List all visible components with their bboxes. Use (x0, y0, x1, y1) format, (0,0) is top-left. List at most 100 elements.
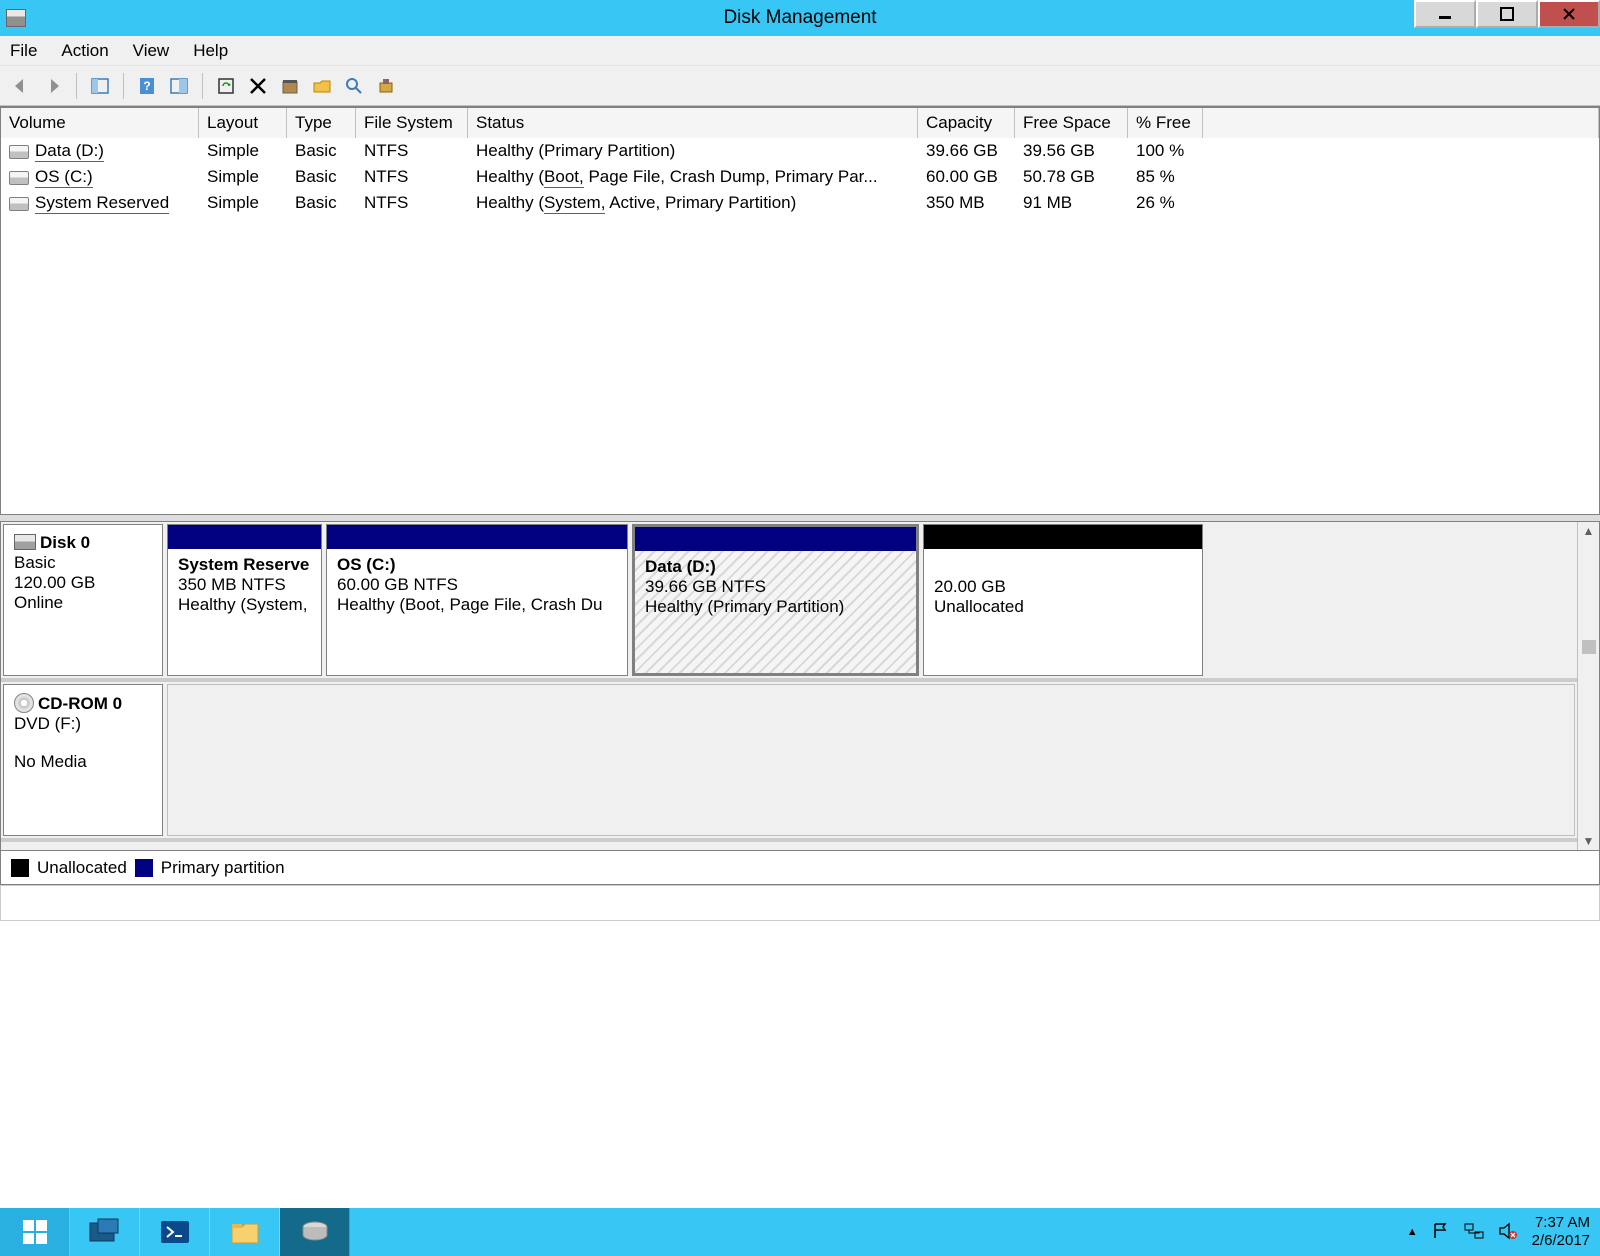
forward-button[interactable] (40, 73, 66, 99)
window-title: Disk Management (723, 7, 876, 29)
taskbar-powershell[interactable] (140, 1208, 210, 1256)
help-button[interactable]: ? (134, 73, 160, 99)
col-free-space[interactable]: Free Space (1015, 108, 1128, 138)
disk-size: 120.00 GB (14, 573, 152, 593)
settings-button[interactable] (166, 73, 192, 99)
disk0-partitions: System Reserve350 MB NTFSHealthy (System… (165, 522, 1577, 678)
disk-title: Disk 0 (40, 533, 90, 552)
partition[interactable]: Data (D:)39.66 GB NTFSHealthy (Primary P… (632, 524, 919, 676)
legend-primary: Primary partition (161, 858, 285, 878)
status-bar (0, 885, 1600, 921)
col-percent-free[interactable]: % Free (1128, 108, 1203, 138)
partition-size: 20.00 GB (934, 577, 1192, 597)
volume-name: System Reserved (35, 193, 169, 214)
cdrom-empty (167, 684, 1575, 836)
col-volume[interactable]: Volume (1, 108, 199, 138)
partition-header (924, 525, 1202, 549)
disk-type: Basic (14, 553, 152, 573)
partition-status: Healthy (System, (178, 595, 311, 615)
swatch-primary (135, 859, 153, 877)
menu-file[interactable]: File (10, 41, 37, 61)
cdrom-state: No Media (14, 752, 152, 772)
window-titlebar: Disk Management (0, 0, 1600, 36)
maximize-button[interactable] (1476, 0, 1538, 28)
volume-status: Healthy (Primary Partition) (468, 140, 918, 162)
volume-list: Volume Layout Type File System Status Ca… (0, 106, 1600, 515)
menu-bar: File Action View Help (0, 36, 1600, 66)
start-button[interactable] (0, 1208, 70, 1256)
partition-title: OS (C:) (337, 555, 617, 575)
network-icon[interactable] (1464, 1222, 1484, 1243)
properties-button[interactable] (277, 73, 303, 99)
partition-header (327, 525, 627, 549)
volume-fs: NTFS (356, 140, 468, 162)
menu-action[interactable]: Action (61, 41, 108, 61)
svg-text:?: ? (143, 79, 150, 93)
tray-chevron-icon[interactable]: ▲ (1407, 1226, 1418, 1238)
clock-date: 2/6/2017 (1532, 1232, 1590, 1250)
taskbar: ▲ 7:37 AM 2/6/2017 (0, 1208, 1600, 1256)
disk-row-cdrom0[interactable]: CD-ROM 0 DVD (F:) No Media (1, 682, 1577, 842)
volume-row[interactable]: Data (D:)SimpleBasicNTFSHealthy (Primary… (1, 138, 1599, 164)
volume-pct: 85 % (1128, 166, 1203, 188)
volume-name: OS (C:) (35, 167, 93, 188)
disk-icon (14, 534, 36, 550)
volume-layout: Simple (199, 192, 287, 214)
menu-view[interactable]: View (133, 41, 170, 61)
app-icon (6, 9, 26, 27)
cdrom-title: CD-ROM 0 (38, 694, 122, 713)
toolbar: ? (0, 66, 1600, 106)
partition-body: System Reserve350 MB NTFSHealthy (System… (168, 549, 321, 675)
col-filesystem[interactable]: File System (356, 108, 468, 138)
menu-help[interactable]: Help (193, 41, 228, 61)
volume-row[interactable]: OS (C:)SimpleBasicNTFSHealthy (Boot, Pag… (1, 164, 1599, 190)
disk-state: Online (14, 593, 152, 613)
disk-info-disk0: Disk 0 Basic 120.00 GB Online (3, 524, 163, 676)
cdrom-device: DVD (F:) (14, 714, 152, 734)
volume-row[interactable]: System ReservedSimpleBasicNTFSHealthy (S… (1, 190, 1599, 216)
partition-header (635, 527, 916, 551)
volume-icon[interactable] (1498, 1222, 1518, 1243)
partition[interactable]: OS (C:)60.00 GB NTFSHealthy (Boot, Page … (326, 524, 628, 676)
clock[interactable]: 7:37 AM 2/6/2017 (1532, 1214, 1590, 1250)
show-hide-tree-button[interactable] (87, 73, 113, 99)
partition-title: Data (D:) (645, 557, 906, 577)
col-spacer (1203, 108, 1599, 138)
back-button[interactable] (8, 73, 34, 99)
disk-row-disk0[interactable]: Disk 0 Basic 120.00 GB Online System Res… (1, 522, 1577, 682)
volume-type: Basic (287, 140, 356, 162)
volume-pct: 26 % (1128, 192, 1203, 214)
scroll-up-icon[interactable]: ▲ (1581, 522, 1597, 540)
volume-free: 39.56 GB (1015, 140, 1128, 162)
volume-type: Basic (287, 192, 356, 214)
col-status[interactable]: Status (468, 108, 918, 138)
delete-button[interactable] (245, 73, 271, 99)
open-button[interactable] (309, 73, 335, 99)
col-capacity[interactable]: Capacity (918, 108, 1015, 138)
close-button[interactable] (1538, 0, 1600, 28)
minimize-button[interactable] (1414, 0, 1476, 28)
volume-layout: Simple (199, 166, 287, 188)
partition-status: Healthy (Boot, Page File, Crash Du (337, 595, 617, 615)
taskbar-explorer[interactable] (210, 1208, 280, 1256)
explore-button[interactable] (341, 73, 367, 99)
col-type[interactable]: Type (287, 108, 356, 138)
disk-info-cdrom0: CD-ROM 0 DVD (F:) No Media (3, 684, 163, 836)
wizard-button[interactable] (373, 73, 399, 99)
partition[interactable]: System Reserve350 MB NTFSHealthy (System… (167, 524, 322, 676)
partition[interactable]: 20.00 GBUnallocated (923, 524, 1203, 676)
refresh-button[interactable] (213, 73, 239, 99)
flag-icon[interactable] (1432, 1222, 1450, 1243)
partition-title: System Reserve (178, 555, 311, 575)
col-layout[interactable]: Layout (199, 108, 287, 138)
partition-size: 350 MB NTFS (178, 575, 311, 595)
partition-body: 20.00 GBUnallocated (924, 549, 1202, 675)
scroll-down-icon[interactable]: ▼ (1581, 832, 1597, 850)
taskbar-disk-management[interactable] (280, 1208, 350, 1256)
taskbar-server-manager[interactable] (70, 1208, 140, 1256)
volume-list-body: Data (D:)SimpleBasicNTFSHealthy (Primary… (1, 138, 1599, 514)
scroll-grip[interactable] (1582, 640, 1596, 654)
legend-bar: Unallocated Primary partition (0, 851, 1600, 885)
graphical-scrollbar[interactable]: ▲ ▼ (1577, 522, 1599, 850)
toolbar-separator (123, 73, 124, 99)
